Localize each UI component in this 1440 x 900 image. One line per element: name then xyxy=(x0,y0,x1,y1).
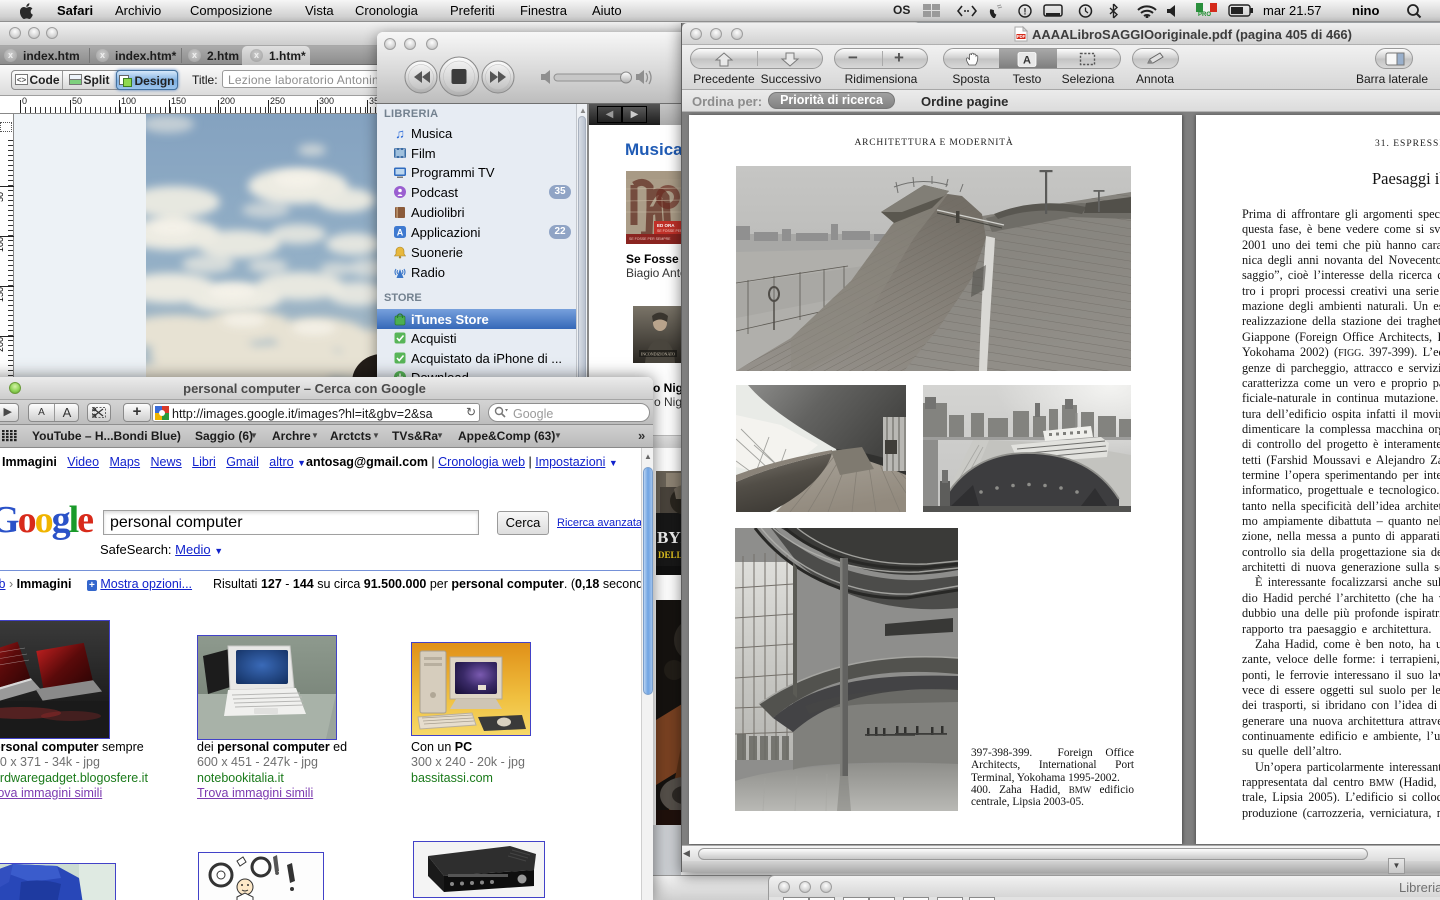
svg-text:PDF: PDF xyxy=(1017,34,1026,39)
svg-text:♫: ♫ xyxy=(395,126,405,140)
svg-text:A: A xyxy=(397,228,404,238)
svg-text:ED ORA: ED ORA xyxy=(657,223,675,228)
svg-text:SE FOSSE PER: SE FOSSE PER xyxy=(657,229,683,233)
svg-text:!: ! xyxy=(1024,7,1027,17)
svg-text:SE FOSSE PER SEMPRE: SE FOSSE PER SEMPRE xyxy=(629,237,671,241)
svg-text:A: A xyxy=(1023,54,1031,66)
svg-text:INCONDIZIONATO: INCONDIZIONATO xyxy=(641,352,675,357)
svg-text:<>: <> xyxy=(16,76,26,85)
